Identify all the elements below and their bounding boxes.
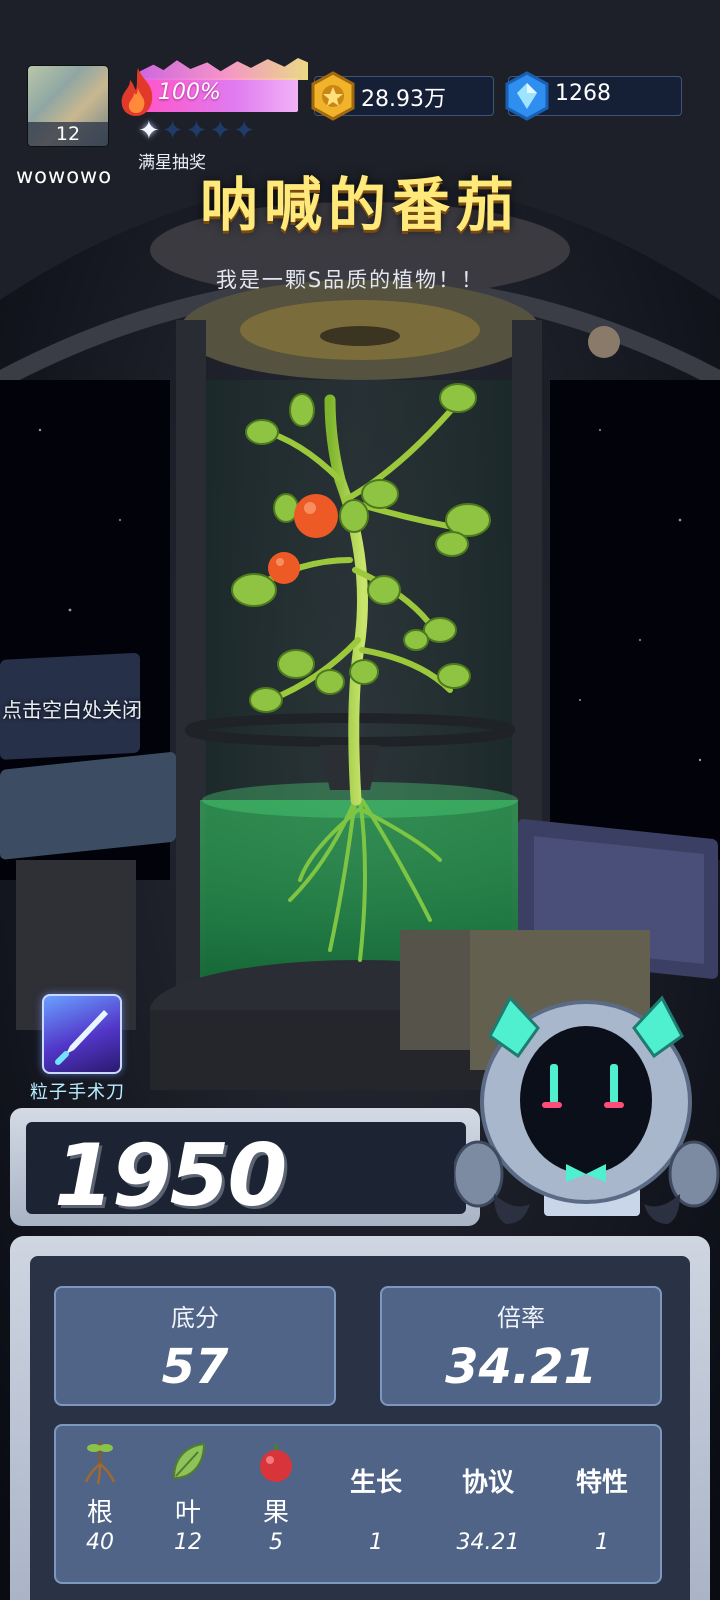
attr-value: 34.21 [456,1530,520,1555]
player-avatar[interactable]: 12 [28,66,108,146]
star-icon: ✦ [138,116,160,146]
gem-icon [505,71,549,121]
attr-value: 1 [369,1530,383,1555]
star-icon: ✦ [233,116,255,146]
plant-title: 呐喊的番茄 [199,171,520,239]
multiplier-value: 34.21 [445,1339,597,1395]
gem-amount: 1268 [555,81,611,106]
particle-scalpel-button[interactable] [42,994,122,1074]
leaf-icon [172,1442,206,1480]
multiplier-box: 倍率 34.21 [380,1286,662,1406]
attribute-table: 根 40 叶 12 果 5 生长 1 协议 34.21 特性 1 [54,1424,662,1584]
gem-counter[interactable]: 1268 [505,71,682,121]
attr-value: 12 [174,1530,202,1555]
close-hint[interactable]: 点击空白处关闭 [2,694,142,723]
attr-protocol: 协议 34.21 [448,1426,528,1555]
star-icon: ✦ [209,116,232,146]
total-score-panel: 1950 [10,1108,480,1226]
scalpel-icon [55,1010,108,1065]
star-icon: ✦ [161,116,184,146]
energy-percent: 100% [158,80,221,105]
fruit-icon [260,1444,292,1482]
player-level: 12 [28,122,108,146]
attr-name: 协议 [461,1468,514,1498]
attr-name: 特性 [575,1468,628,1498]
flame-icon [121,68,153,116]
attr-value: 5 [269,1530,283,1555]
attr-name: 根 [86,1498,113,1528]
attr-growth: 生长 1 [336,1426,416,1555]
attr-value: 1 [595,1530,609,1555]
attr-value: 40 [86,1530,114,1555]
attr-leaf: 叶 12 [148,1426,228,1555]
gold-amount: 28.93万 [361,87,446,112]
stats-panel: 底分 57 倍率 34.21 根 40 叶 12 果 5 生长 1 协议 34.… [10,1236,710,1600]
robot-mascot [454,995,720,1224]
star-icon: ✦ [185,116,208,146]
root-icon [84,1442,116,1485]
multiplier-label: 倍率 [497,1304,545,1332]
base-score-box: 底分 57 [54,1286,336,1406]
attr-name: 果 [262,1498,289,1528]
attr-name: 叶 [174,1498,201,1528]
energy-bar: 100% [116,54,306,120]
attr-name: 生长 [349,1468,402,1498]
attr-root: 根 40 [60,1426,140,1555]
gold-counter[interactable]: 28.93万 [311,71,494,121]
attr-fruit: 果 5 [236,1426,316,1555]
total-score: 1950 [54,1126,287,1226]
star-rating: ✦ ✦ ✦ ✦ ✦ [138,116,255,146]
base-score-value: 57 [161,1339,229,1395]
attr-trait: 特性 1 [562,1426,642,1555]
base-score-label: 底分 [171,1304,219,1332]
plant-description: 我是一颗S品质的植物！！ [215,268,485,292]
gold-coin-icon [311,71,355,121]
particle-scalpel-label: 粒子手术刀 [30,1082,125,1103]
